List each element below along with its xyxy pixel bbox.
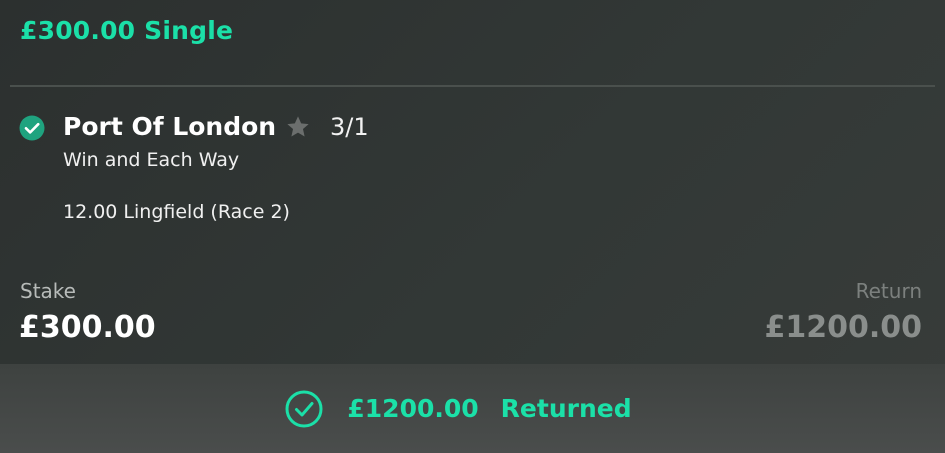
return-label: Return: [855, 279, 922, 303]
returned-amount: £1200.00: [347, 394, 479, 423]
bet-header-title: £300.00 Single: [20, 16, 234, 45]
bet-result-footer: £1200.00 Returned: [0, 364, 945, 453]
header-divider: [10, 85, 935, 87]
stake-label: Stake: [20, 279, 76, 303]
check-circle-icon: [19, 115, 45, 141]
settled-bet-card: £300.00 Single Port Of London 3/1 Win an…: [0, 0, 945, 453]
bet-status: Returned: [500, 394, 632, 423]
event-name: 12.00 Lingfield (Race 2): [63, 201, 290, 223]
selection-odds: 3/1: [330, 113, 369, 141]
return-value: £1200.00: [764, 310, 922, 345]
star-icon[interactable]: [285, 114, 311, 140]
check-circle-outline-icon: [285, 390, 323, 427]
selection-name: Port Of London: [63, 112, 277, 141]
stake-value: £300.00: [19, 310, 156, 345]
market-name: Win and Each Way: [63, 149, 240, 171]
